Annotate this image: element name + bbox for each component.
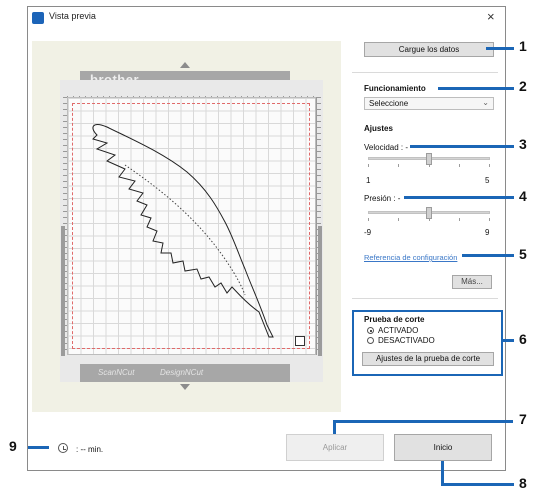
- mat-bottom-band: ScanNCut DesignNCut: [80, 364, 290, 382]
- estimated-time: : -- min.: [76, 445, 104, 454]
- slider-tick: [368, 218, 369, 221]
- load-data-button[interactable]: Cargue los datos: [364, 42, 494, 57]
- window-title: Vista previa: [49, 11, 96, 21]
- callout-line-5: [462, 254, 514, 257]
- slider-tick: [368, 164, 369, 167]
- clock-icon: [58, 443, 68, 453]
- callout-1: 1: [519, 38, 527, 54]
- arrow-down-icon[interactable]: [180, 384, 190, 390]
- more-button[interactable]: Más...: [452, 275, 492, 289]
- close-icon[interactable]: ×: [487, 9, 495, 24]
- arrow-up-icon[interactable]: [180, 62, 190, 68]
- callout-6: 6: [519, 331, 527, 347]
- designncut-logo: DesignNCut: [160, 368, 204, 377]
- operation-select[interactable]: Seleccione ⌄: [364, 97, 494, 110]
- callout-line-8: [441, 483, 514, 486]
- slider-tick: [459, 218, 460, 221]
- slider-tick: [489, 164, 490, 167]
- callout-5: 5: [519, 246, 527, 262]
- start-button[interactable]: Inicio: [394, 434, 492, 461]
- slider-tick: [429, 218, 430, 221]
- callout-line-3: [410, 145, 514, 148]
- callout-7: 7: [519, 411, 527, 427]
- pattern-preview: [92, 124, 274, 338]
- chevron-down-icon: ⌄: [482, 98, 489, 107]
- mat-corner-marker: [295, 336, 305, 346]
- callout-line-4: [404, 196, 514, 199]
- funcionamiento-label: Funcionamiento: [364, 84, 426, 93]
- apply-button[interactable]: Aplicar: [286, 434, 384, 461]
- cut-test-settings-button[interactable]: Ajustes de la prueba de corte: [362, 352, 494, 366]
- select-value: Seleccione: [369, 99, 409, 108]
- callout-4: 4: [519, 188, 527, 204]
- callout-line-7: [333, 420, 513, 423]
- callout-line-2: [438, 87, 514, 90]
- presion-label: Presión : -: [364, 194, 401, 203]
- callout-line-7-drop: [333, 420, 336, 434]
- radio-activado-label[interactable]: ACTIVADO: [378, 326, 418, 335]
- separator: [352, 298, 498, 299]
- app-icon: [32, 12, 44, 24]
- slider-tick: [398, 218, 399, 221]
- velocidad-max: 5: [485, 176, 490, 185]
- cut-test-title: Prueba de corte: [364, 315, 425, 324]
- radio-desactivado[interactable]: [367, 337, 374, 344]
- velocidad-label: Velocidad : -: [364, 143, 409, 152]
- callout-line-1: [486, 47, 514, 50]
- scanncut-logo: ScanNCut: [98, 368, 135, 377]
- presion-min: -9: [364, 228, 372, 237]
- callout-2: 2: [519, 78, 527, 94]
- slider-tick: [489, 218, 490, 221]
- callout-line-8-drop: [441, 461, 444, 485]
- callout-8: 8: [519, 475, 527, 491]
- velocidad-min: 1: [366, 176, 371, 185]
- mat-side-tab-right: [318, 226, 322, 356]
- callout-3: 3: [519, 136, 527, 152]
- callout-line-6: [503, 339, 514, 342]
- slider-tick: [429, 164, 430, 167]
- separator: [352, 72, 498, 73]
- callout-line-9: [28, 446, 49, 449]
- radio-desactivado-label[interactable]: DESACTIVADO: [378, 336, 435, 345]
- callout-9: 9: [9, 438, 17, 454]
- slider-tick: [459, 164, 460, 167]
- feather-spine: [124, 164, 246, 296]
- presion-max: 9: [485, 228, 490, 237]
- ajustes-label: Ajustes: [364, 124, 393, 133]
- slider-tick: [398, 164, 399, 167]
- mat-side-tab-left: [61, 226, 65, 356]
- radio-activado[interactable]: [367, 327, 374, 334]
- reference-link[interactable]: Referencia de configuración: [364, 253, 457, 262]
- feather-outline: [92, 124, 274, 338]
